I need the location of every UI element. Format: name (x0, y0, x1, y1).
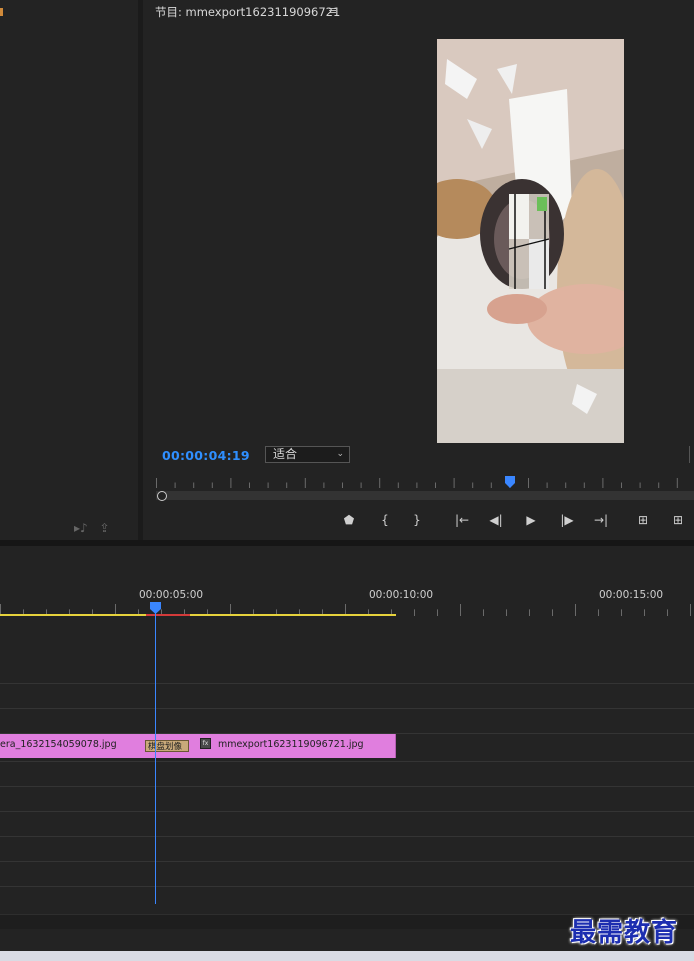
add-marker-button[interactable]: ⬟ (338, 510, 360, 530)
clip-right-label: mmexport1623119096721.jpg (218, 739, 364, 750)
track-divider (0, 761, 694, 762)
ruler-label-5s: 00:00:05:00 (139, 589, 204, 601)
resolution-select-edge[interactable] (689, 446, 694, 463)
extract-icon: ⊞ (672, 513, 684, 527)
checkerboard-transition[interactable]: 棋盘划像 (145, 740, 189, 752)
playhead-timecode[interactable]: 00:00:04:19 (162, 448, 250, 463)
mark-in-icon: { (381, 513, 389, 527)
left-panel: ▸♪ ⇪ (0, 0, 138, 540)
play-button[interactable]: ▶ (520, 510, 542, 530)
extract-button[interactable]: ⊞ (667, 510, 689, 530)
step-back-button[interactable]: ◀| (485, 510, 507, 530)
go-to-in-button[interactable]: |← (451, 510, 473, 530)
play-icon: ▶ (526, 513, 536, 527)
watermark-logo: 最需教育 (570, 918, 679, 948)
lift-button[interactable]: ⊞ (632, 510, 654, 530)
go-to-out-icon: →| (593, 513, 609, 527)
insert-audio-icon[interactable]: ▸♪ (74, 521, 88, 535)
track-divider (0, 786, 694, 787)
monitor-zoom-scrollbar[interactable] (156, 491, 694, 500)
video-frame-image (437, 39, 624, 443)
marker-icon: ⬟ (343, 513, 355, 527)
track-divider (0, 811, 694, 812)
track-divider (0, 683, 694, 684)
timeline-playhead-icon[interactable] (150, 602, 161, 614)
go-to-out-button[interactable]: →| (590, 510, 612, 530)
mark-out-button[interactable]: } (406, 510, 428, 530)
export-frame-icon[interactable]: ⇪ (100, 521, 110, 535)
left-panel-icons: ▸♪ ⇪ (74, 521, 110, 535)
program-video-frame (437, 39, 624, 443)
panel-corner-accent (0, 8, 3, 16)
chevron-down-icon: ⌄ (336, 449, 344, 459)
ruler-label-15s: 00:00:15:00 (599, 589, 664, 601)
mark-out-icon: } (413, 513, 421, 527)
hamburger-menu-icon[interactable]: ≡ (328, 4, 337, 17)
lift-icon: ⊞ (637, 513, 649, 527)
program-monitor-title[interactable]: 节目: mmexport1623119096721 (155, 4, 340, 20)
track-divider (0, 708, 694, 709)
go-to-in-icon: |← (454, 513, 470, 527)
track-divider (0, 836, 694, 837)
clip-left-label: era_1632154059078.jpg (0, 739, 117, 750)
render-status-bar (146, 614, 190, 616)
step-forward-button[interactable]: |▶ (556, 510, 578, 530)
fx-badge-icon[interactable]: fx (200, 738, 211, 749)
bottom-strip (0, 951, 694, 961)
work-area-bar[interactable] (0, 614, 396, 616)
timeline-playhead-line[interactable] (155, 612, 156, 904)
mark-in-button[interactable]: { (374, 510, 396, 530)
track-divider (0, 861, 694, 862)
monitor-time-ruler[interactable] (156, 478, 694, 490)
fit-zoom-value: 适合 (273, 447, 298, 461)
zoom-handle-left[interactable] (157, 491, 167, 501)
track-divider (0, 886, 694, 887)
fit-zoom-select[interactable]: 适合 ⌄ (265, 446, 350, 463)
ruler-label-10s: 00:00:10:00 (369, 589, 434, 601)
step-forward-icon: |▶ (560, 513, 574, 527)
step-back-icon: ◀| (489, 513, 503, 527)
monitor-playhead-icon[interactable] (505, 476, 515, 488)
